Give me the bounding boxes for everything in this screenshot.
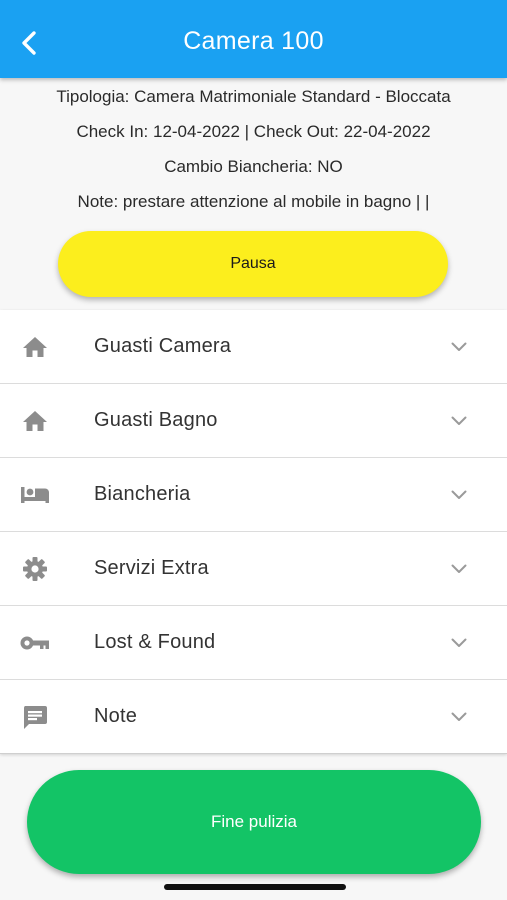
check-dates-text: Check In: 12-04-2022 | Check Out: 22-04-… — [76, 122, 431, 141]
section-label: Note — [94, 705, 138, 727]
linen-change-text: Cambio Biancheria: NO — [164, 157, 343, 176]
home-icon — [20, 332, 50, 362]
section-label: Guasti Bagno — [94, 409, 218, 431]
room-note-text: Note: prestare attenzione al mobile in b… — [77, 192, 430, 211]
section-label: Servizi Extra — [94, 557, 209, 579]
key-icon — [20, 628, 50, 658]
chevron-down-icon[interactable] — [447, 409, 471, 433]
room-type-text: Tipologia: Camera Matrimoniale Standard … — [56, 87, 451, 106]
app-bar: Camera 100 — [0, 0, 507, 78]
section-label: Biancheria — [94, 483, 191, 505]
comment-icon — [20, 702, 50, 732]
chevron-down-icon[interactable] — [447, 631, 471, 655]
finish-cleaning-button[interactable]: Fine pulizia — [27, 770, 481, 874]
section-servizi-extra[interactable]: Servizi Extra — [0, 532, 507, 606]
section-guasti-bagno[interactable]: Guasti Bagno — [0, 384, 507, 458]
chevron-down-icon[interactable] — [447, 483, 471, 507]
chevron-down-icon[interactable] — [447, 335, 471, 359]
chevron-down-icon[interactable] — [447, 557, 471, 581]
home-icon — [20, 406, 50, 436]
sections-list: Guasti Camera Guasti Bagno Biancheria Se… — [0, 310, 507, 754]
section-label: Lost & Found — [94, 631, 216, 653]
section-guasti-camera[interactable]: Guasti Camera — [0, 310, 507, 384]
page-title: Camera 100 — [183, 27, 324, 55]
pause-button[interactable]: Pausa — [58, 231, 448, 297]
section-biancheria[interactable]: Biancheria — [0, 458, 507, 532]
home-indicator[interactable] — [164, 884, 346, 890]
section-label: Guasti Camera — [94, 335, 232, 357]
bed-icon — [20, 480, 50, 510]
section-note[interactable]: Note — [0, 680, 507, 754]
section-lost-and-found[interactable]: Lost & Found — [0, 606, 507, 680]
chevron-down-icon[interactable] — [447, 705, 471, 729]
gear-icon — [20, 554, 50, 584]
